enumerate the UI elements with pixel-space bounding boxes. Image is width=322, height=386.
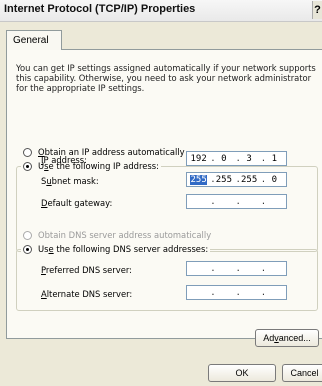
dns-server-group: [16, 249, 318, 311]
preferred-dns-field[interactable]: . . .: [186, 261, 287, 276]
general-tab-panel: You can get IP settings assigned automat…: [6, 49, 322, 347]
preferred-dns-label: Preferred DNS server:: [41, 265, 132, 275]
default-gateway-label: Default gateway:: [41, 198, 113, 208]
subnet-mask-label: Subnet mask:: [41, 176, 99, 186]
obtain-dns-auto-radio[interactable]: Obtain DNS server address automatically: [23, 230, 211, 240]
radio-indicator[interactable]: [23, 161, 32, 171]
use-following-dns-label: Use the following DNS server addresses:: [38, 244, 209, 254]
default-gateway-field[interactable]: . . .: [186, 194, 287, 209]
tab-general[interactable]: General: [6, 30, 62, 50]
ip-address-label: IP address:: [41, 155, 87, 165]
ok-button[interactable]: OK: [208, 364, 276, 382]
radio-indicator[interactable]: [23, 244, 32, 254]
use-following-dns-radio[interactable]: Use the following DNS server addresses:: [21, 244, 211, 254]
cancel-button[interactable]: Cancel: [282, 364, 322, 382]
obtain-dns-auto-label: Obtain DNS server address automatically: [38, 230, 212, 240]
advanced-button[interactable]: Advanced...: [255, 329, 319, 347]
radio-indicator[interactable]: [23, 230, 32, 240]
alternate-dns-field[interactable]: . . .: [186, 285, 287, 300]
title-bar[interactable]: Internet Protocol (TCP/IP) Properties ?: [0, 0, 322, 22]
ip-address-field[interactable]: 192. 0. 3. 1: [186, 151, 287, 166]
description-text: You can get IP settings assigned automat…: [16, 63, 316, 93]
help-button[interactable]: ?: [312, 1, 322, 19]
radio-indicator[interactable]: [23, 147, 32, 157]
subnet-mask-field[interactable]: 255. 255. 255. 0: [186, 172, 287, 187]
window-title: Internet Protocol (TCP/IP) Properties: [4, 3, 196, 15]
alternate-dns-label: Alternate DNS server:: [41, 289, 133, 299]
